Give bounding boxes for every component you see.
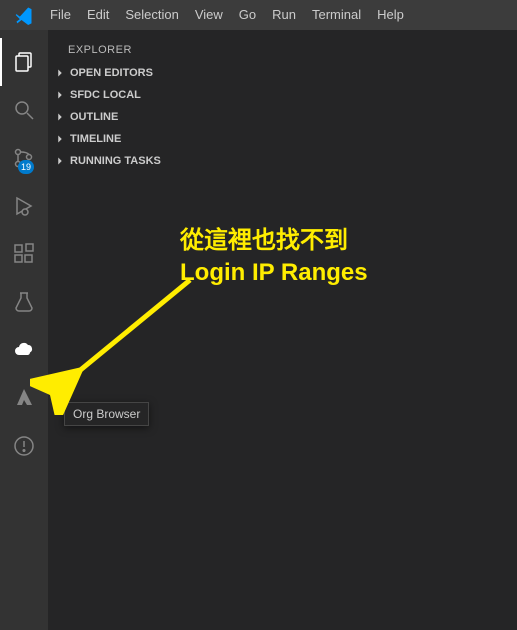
menubar: File Edit Selection View Go Run Terminal… [0,0,517,30]
menu-help[interactable]: Help [369,0,412,30]
run-icon[interactable] [0,182,48,230]
workbench: 19 [0,30,517,630]
activitybar: 19 [0,30,48,630]
section-sfdc-local[interactable]: SFDC LOCAL [48,84,517,106]
chevron-right-icon [52,65,68,81]
section-label: OPEN EDITORS [70,67,153,79]
vscode-logo-icon [14,5,34,25]
explorer-sidebar: EXPLORER OPEN EDITORS SFDC LOCAL OUTLINE… [48,30,517,630]
menu-view[interactable]: View [187,0,231,30]
cloud-icon[interactable] [0,326,48,374]
menu-run[interactable]: Run [264,0,304,30]
search-icon[interactable] [0,86,48,134]
sidebar-title: EXPLORER [48,38,517,62]
azure-icon[interactable] [0,374,48,422]
chevron-right-icon [52,87,68,103]
section-running-tasks[interactable]: RUNNING TASKS [48,150,517,172]
menu-go[interactable]: Go [231,0,264,30]
chevron-right-icon [52,131,68,147]
chevron-right-icon [52,109,68,125]
section-label: OUTLINE [70,111,118,123]
section-timeline[interactable]: TIMELINE [48,128,517,150]
issues-icon[interactable] [0,422,48,470]
section-outline[interactable]: OUTLINE [48,106,517,128]
section-label: SFDC LOCAL [70,89,141,101]
explorer-icon[interactable] [0,38,48,86]
scm-badge: 19 [18,160,34,174]
scm-icon[interactable]: 19 [0,134,48,182]
section-label: TIMELINE [70,133,121,145]
org-browser-tooltip: Org Browser [64,402,149,426]
menu-selection[interactable]: Selection [117,0,186,30]
extensions-icon[interactable] [0,230,48,278]
section-label: RUNNING TASKS [70,155,161,167]
menu-terminal[interactable]: Terminal [304,0,369,30]
section-open-editors[interactable]: OPEN EDITORS [48,62,517,84]
chevron-right-icon [52,153,68,169]
test-icon[interactable] [0,278,48,326]
menu-file[interactable]: File [42,0,79,30]
menu-edit[interactable]: Edit [79,0,117,30]
